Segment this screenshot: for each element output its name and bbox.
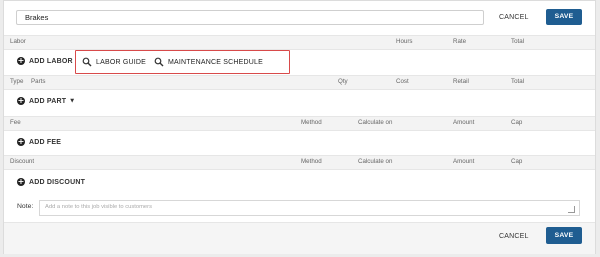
add-fee-label: ADD FEE [29, 138, 62, 146]
footer-save-button[interactable]: SAVE [546, 227, 582, 244]
footer-bar: CANCEL SAVE [4, 222, 595, 254]
labor-col-total: Total [511, 38, 525, 45]
discount-col-calculate-on: Calculate on [358, 158, 393, 165]
fee-col-cap: Cap [511, 119, 523, 126]
plus-circle-icon: + [17, 96, 25, 105]
add-part-label: ADD PART [29, 97, 67, 105]
parts-col-type: Type [10, 78, 24, 85]
plus-circle-icon: + [17, 137, 25, 146]
cancel-button[interactable]: CANCEL [499, 14, 529, 21]
plus-circle-icon: + [17, 56, 25, 65]
add-part-button[interactable]: + ADD PART ▼ [17, 97, 74, 105]
discount-header: Discount Method Calculate on Amount Cap [4, 155, 595, 170]
discount-col-cap: Cap [511, 158, 523, 165]
parts-col-parts: Parts [31, 78, 46, 85]
note-row: Note: Add a note to this job visible to … [16, 200, 581, 216]
labor-col-hours: Hours [396, 38, 413, 45]
fee-col-fee: Fee [10, 119, 21, 126]
parts-col-total: Total [511, 78, 525, 85]
job-name-input[interactable]: Brakes [16, 10, 484, 25]
fee-col-amount: Amount [453, 119, 475, 126]
add-fee-button[interactable]: + ADD FEE [17, 138, 61, 146]
fee-header: Fee Method Calculate on Amount Cap [4, 116, 595, 131]
fee-col-calculate-on: Calculate on [358, 119, 393, 126]
footer-cancel-button[interactable]: CANCEL [499, 233, 529, 240]
labor-section-label: Labor [10, 38, 26, 45]
discount-col-discount: Discount [10, 158, 35, 165]
add-discount-label: ADD DISCOUNT [29, 178, 86, 186]
parts-col-cost: Cost [396, 78, 409, 85]
parts-col-qty: Qty [338, 78, 348, 85]
fee-col-method: Method [301, 119, 322, 126]
add-labor-label: ADD LABOR [29, 57, 73, 65]
caret-down-icon: ▼ [70, 98, 75, 104]
resize-handle-icon[interactable] [568, 206, 575, 213]
parts-header: Type Parts Qty Cost Retail Total [4, 75, 595, 90]
job-editor-card: Brakes CANCEL SAVE Labor Hours Rate Tota… [3, 0, 596, 254]
save-button[interactable]: SAVE [546, 9, 582, 25]
note-placeholder: Add a note to this job visible to custom… [45, 204, 152, 210]
parts-col-retail: Retail [453, 78, 469, 85]
discount-col-method: Method [301, 158, 322, 165]
labor-header: Labor Hours Rate Total [4, 35, 595, 50]
plus-circle-icon: + [17, 177, 25, 186]
labor-col-rate: Rate [453, 38, 467, 45]
note-label: Note: [17, 203, 34, 210]
discount-col-amount: Amount [453, 158, 475, 165]
highlight-box [75, 50, 290, 74]
note-textarea[interactable]: Add a note to this job visible to custom… [39, 200, 580, 216]
add-labor-button[interactable]: + ADD LABOR [17, 57, 73, 65]
add-discount-button[interactable]: + ADD DISCOUNT [17, 178, 85, 186]
